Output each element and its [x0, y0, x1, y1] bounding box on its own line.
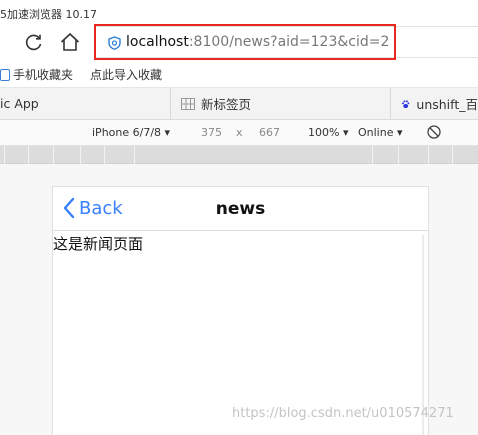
- tab-new-tab[interactable]: 新标签页: [170, 88, 390, 119]
- tab-baidu[interactable]: unshift_百: [390, 88, 478, 119]
- window-titlebar: 5加速浏览器 10.17: [0, 0, 478, 24]
- device-toolbar: iPhone 6/7/8 ▾ 375 x 667 100% ▾ Online ▾: [0, 120, 478, 146]
- phone-icon: [0, 68, 10, 81]
- watermark: https://blog.csdn.net/u010574271: [232, 406, 454, 421]
- tab-strip: ic App 新标签页 unshift_百: [0, 88, 478, 120]
- tab-app[interactable]: ic App: [0, 88, 170, 119]
- grid-icon: [181, 97, 195, 110]
- window-title: 5加速浏览器 10.17: [0, 8, 97, 21]
- url-highlight-box: [94, 24, 396, 60]
- refresh-button[interactable]: [22, 30, 46, 54]
- dimension-separator: x: [236, 126, 243, 139]
- viewport-height-input[interactable]: 667: [259, 126, 280, 139]
- home-icon: [60, 32, 80, 51]
- refresh-icon: [25, 34, 42, 51]
- page-title: news: [215, 199, 266, 219]
- bookmarks-bar: 手机收藏夹 点此导入收藏: [0, 62, 478, 88]
- device-select[interactable]: iPhone 6/7/8 ▾: [92, 126, 170, 139]
- page-content: 这是新闻页面: [53, 235, 144, 253]
- bookmark-label: 点此导入收藏: [90, 68, 163, 82]
- home-button[interactable]: [58, 30, 82, 54]
- viewport-width-input[interactable]: 375: [201, 126, 222, 139]
- tab-label: 新标签页: [201, 97, 252, 112]
- tab-label: unshift_百: [416, 97, 478, 112]
- zoom-select[interactable]: 100% ▾: [308, 126, 348, 139]
- bookmark-mobile-favorites[interactable]: 手机收藏夹: [0, 66, 73, 83]
- bookmark-label: 手机收藏夹: [13, 68, 74, 82]
- baidu-paw-icon: [402, 99, 410, 108]
- phone-screen: Back news 这是新闻页面: [52, 186, 429, 435]
- rotate-icon[interactable]: [426, 124, 442, 140]
- app-header: Back news: [53, 187, 428, 231]
- bookmark-import[interactable]: 点此导入收藏: [90, 66, 162, 83]
- tab-label: ic App: [0, 96, 39, 111]
- device-viewport: Back news 这是新闻页面: [0, 164, 478, 435]
- media-query-ruler: [0, 146, 478, 164]
- network-select[interactable]: Online ▾: [358, 126, 403, 139]
- scrollbar[interactable]: [422, 235, 424, 435]
